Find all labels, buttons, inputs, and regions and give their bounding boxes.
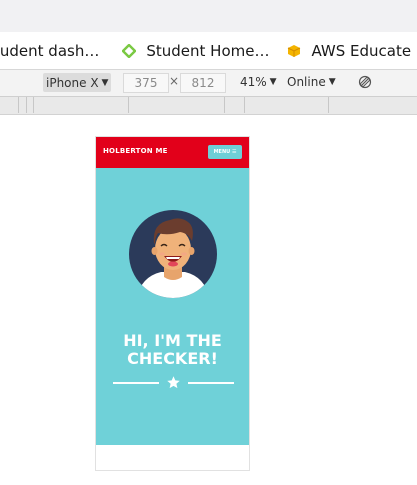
dimension-separator: × (169, 74, 180, 88)
bookmarks-bar: tudent dash… Student Home… AWS Educate (0, 32, 417, 70)
device-select[interactable]: iPhone X ▼ (43, 73, 112, 92)
device-toolbar: iPhone X ▼ 375 × 812 41% ▼ Online ▼ (0, 70, 417, 97)
bookmark-student-home[interactable]: Student Home… (122, 42, 269, 60)
device-frame: HOLBERTON ME MENU ☰ HI, I'M THE CHECKER! (95, 136, 250, 471)
divider-line-right (188, 382, 234, 384)
browser-top-strip (0, 0, 417, 32)
menu-button[interactable]: MENU ☰ (208, 145, 242, 159)
media-query-ruler (0, 97, 417, 115)
network-value: Online (287, 75, 326, 89)
height-input[interactable]: 812 (180, 73, 226, 93)
site-brand[interactable]: HOLBERTON ME (103, 147, 168, 155)
ruler-segment (33, 97, 129, 113)
ruler-segment (128, 97, 225, 113)
hero-title-line-1: HI, I'M THE (123, 331, 222, 350)
ruler-segment (224, 97, 245, 113)
caret-down-icon: ▼ (328, 77, 336, 87)
bookmark-label: AWS Educate (311, 41, 412, 60)
hero-title-line-2: CHECKER! (127, 349, 218, 368)
avatar (129, 210, 217, 298)
divider-line-left (113, 382, 159, 384)
green-diamond-icon (122, 43, 137, 58)
device-name: iPhone X (46, 75, 99, 90)
hero-title: HI, I'M THE CHECKER! (96, 332, 249, 368)
bookmark-label: tudent dash… (0, 41, 100, 60)
caret-down-icon: ▼ (101, 77, 109, 88)
bookmark-student-dashboard[interactable]: tudent dash… (0, 42, 99, 60)
zoom-select[interactable]: 41% ▼ (240, 75, 277, 89)
site-header: HOLBERTON ME MENU ☰ (96, 137, 249, 168)
width-input[interactable]: 375 (123, 73, 169, 93)
network-throttle-select[interactable]: Online ▼ (287, 75, 336, 89)
ruler-segment (244, 97, 329, 113)
rotate-icon[interactable] (358, 75, 372, 89)
star-divider (113, 376, 234, 390)
caret-down-icon: ▼ (269, 77, 277, 87)
yellow-box-icon (288, 44, 301, 57)
bookmark-label: Student Home… (146, 41, 270, 60)
hero-section: HI, I'M THE CHECKER! (96, 168, 249, 445)
bookmark-aws-educate[interactable]: AWS Educate (287, 42, 411, 60)
ruler-segment (328, 97, 417, 113)
ruler-segment (0, 97, 19, 113)
zoom-value: 41% (240, 75, 267, 89)
star-icon (167, 376, 180, 389)
